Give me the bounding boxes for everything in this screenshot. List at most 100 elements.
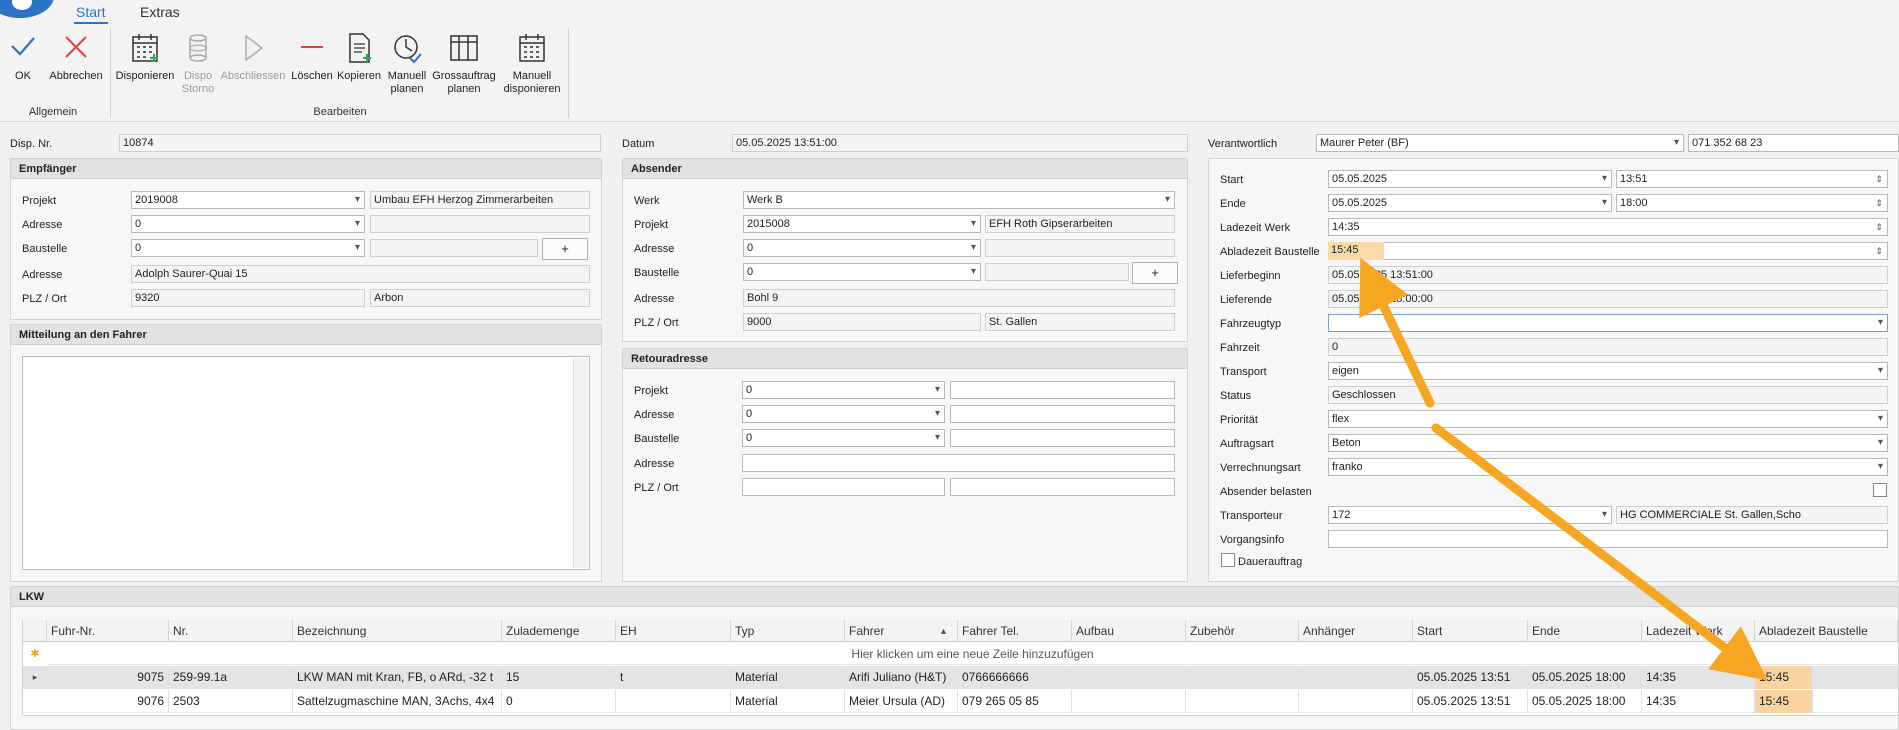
cell-abladezeit[interactable]: 15:45 <box>1755 666 1813 689</box>
cell-eh[interactable]: t <box>616 666 731 689</box>
cell-abladezeit[interactable]: 15:45 <box>1755 690 1813 713</box>
transporteur-select[interactable]: 172 <box>1328 506 1612 524</box>
auftragsart-select[interactable]: Beton <box>1328 434 1888 452</box>
empf-adresse-select[interactable]: 0 <box>131 215 365 233</box>
app-logo[interactable] <box>0 0 54 18</box>
abschliessen-button[interactable]: Abschliessen <box>220 32 286 83</box>
mitteilung-scrollbar[interactable] <box>573 358 588 568</box>
manuell-planen-button[interactable]: Manuell planen <box>384 32 430 96</box>
abs-werk-select[interactable]: Werk B <box>743 191 1175 209</box>
grossauftrag-planen-button[interactable]: Grossauftrag planen <box>432 32 496 96</box>
cell-nr[interactable]: 2503 <box>169 690 293 713</box>
kopieren-button[interactable]: Kopieren <box>336 32 382 83</box>
cell-fahrer-tel[interactable]: 079 265 05 85 <box>958 690 1072 713</box>
ret-adresse-desc[interactable] <box>950 405 1175 423</box>
manuell-disponieren-button[interactable]: Manuell disponieren <box>500 32 564 96</box>
prioritaet-select[interactable]: flex <box>1328 410 1888 428</box>
col-header-eh[interactable]: EH <box>616 620 731 642</box>
col-header-anhaenger[interactable]: Anhänger <box>1299 620 1413 642</box>
cell-ladezeit[interactable]: 14:35 <box>1642 666 1755 689</box>
empf-projekt-select[interactable]: 2019008 <box>131 191 365 209</box>
cell-aufbau[interactable] <box>1072 666 1186 689</box>
col-header-start[interactable]: Start <box>1413 620 1528 642</box>
start-time-field[interactable]: 13:51 <box>1616 170 1888 188</box>
cell-eh[interactable] <box>616 690 731 713</box>
ret-baustelle-desc[interactable] <box>950 429 1175 447</box>
cell-bezeichnung[interactable]: Sattelzugmaschine MAN, 3Achs, 4x4 <box>293 690 502 713</box>
cell-zubehoer[interactable] <box>1186 690 1299 713</box>
ladezeit-field[interactable]: 14:35 <box>1328 218 1888 236</box>
col-header-zuladung[interactable]: Zulademenge <box>502 620 616 642</box>
empf-baustelle-select[interactable]: 0 <box>131 239 365 257</box>
transport-select[interactable]: eigen <box>1328 362 1888 380</box>
cell-nr[interactable]: 259-99.1a <box>169 666 293 689</box>
cell-anhaenger[interactable] <box>1299 690 1413 713</box>
abs-baustelle-select[interactable]: 0 <box>743 263 981 281</box>
cell-ladezeit[interactable]: 14:35 <box>1642 690 1755 713</box>
tab-extras[interactable]: Extras <box>138 4 182 22</box>
verrechnungsart-select[interactable]: franko <box>1328 458 1888 476</box>
cell-fahrer-tel[interactable]: 0766666666 <box>958 666 1072 689</box>
cell-fahrer[interactable]: Arifi Juliano (H&T) <box>845 666 958 689</box>
col-header-fahrer-tel[interactable]: Fahrer Tel. <box>958 620 1072 642</box>
col-header-bezeichnung[interactable]: Bezeichnung <box>293 620 502 642</box>
cell-ende[interactable]: 05.05.2025 18:00 <box>1528 690 1642 713</box>
abs-add-baustelle-button[interactable]: + <box>1132 262 1178 284</box>
ende-time-field[interactable]: 18:00 <box>1616 194 1888 212</box>
col-header-nr[interactable]: Nr. <box>169 620 293 642</box>
abs-projekt-label: Projekt <box>634 219 669 231</box>
ende-date-field[interactable]: 05.05.2025 <box>1328 194 1612 212</box>
cell-start[interactable]: 05.05.2025 13:51 <box>1413 690 1528 713</box>
col-header-ende[interactable]: Ende <box>1528 620 1642 642</box>
datum-field[interactable]: 05.05.2025 13:51:00 <box>732 134 1188 152</box>
ladezeit-label: Ladezeit Werk <box>1220 222 1291 234</box>
loeschen-button[interactable]: Löschen <box>290 32 334 83</box>
dispo-storno-button[interactable]: Dispo Storno <box>178 32 218 96</box>
col-header-aufbau[interactable]: Aufbau <box>1072 620 1186 642</box>
ret-plz-field[interactable] <box>742 478 945 496</box>
cell-ende[interactable]: 05.05.2025 18:00 <box>1528 666 1642 689</box>
absender-belasten-checkbox[interactable] <box>1873 483 1887 497</box>
cell-aufbau[interactable] <box>1072 690 1186 713</box>
ret-ort-field[interactable] <box>950 478 1175 496</box>
col-header-abladezeit[interactable]: Abladezeit Baustelle <box>1755 620 1898 642</box>
abs-projekt-select[interactable]: 2015008 <box>743 215 981 233</box>
abs-adresse-select[interactable]: 0 <box>743 239 981 257</box>
fahrzeugtyp-select[interactable] <box>1328 314 1888 332</box>
col-header-zubehoer[interactable]: Zubehör <box>1186 620 1299 642</box>
new-row-prompt[interactable]: Hier klicken um eine neue Zeile hinzuzuf… <box>47 643 1898 665</box>
ret-projekt-select[interactable]: 0 <box>742 381 945 399</box>
mitteilung-textarea[interactable] <box>22 356 590 570</box>
ret-baustelle-select[interactable]: 0 <box>742 429 945 447</box>
ret-projekt-desc[interactable] <box>950 381 1175 399</box>
disponieren-button[interactable]: Disponieren <box>114 32 176 83</box>
dispo-nr-field[interactable]: 10874 <box>119 134 601 152</box>
ok-button[interactable]: OK <box>8 32 38 83</box>
cell-anhaenger[interactable] <box>1299 666 1413 689</box>
col-header-fuhr-nr[interactable]: Fuhr-Nr. <box>47 620 169 642</box>
abladezeit-field[interactable] <box>1328 242 1888 260</box>
dauerauftrag-checkbox[interactable] <box>1221 553 1235 567</box>
cell-fuhr-nr[interactable]: 9076 <box>47 690 169 713</box>
ret-adresse2-field[interactable] <box>742 454 1175 472</box>
ribbon: Start Extras OK Abbrechen Disponieren Di… <box>0 0 1899 122</box>
cancel-button[interactable]: Abbrechen <box>46 32 106 83</box>
ret-adresse-select[interactable]: 0 <box>742 405 945 423</box>
cell-zuladung[interactable]: 0 <box>502 690 616 713</box>
cell-typ[interactable]: Material <box>731 690 845 713</box>
cell-typ[interactable]: Material <box>731 666 845 689</box>
cell-fahrer[interactable]: Meier Ursula (AD) <box>845 690 958 713</box>
telefon-field[interactable]: 071 352 68 23 <box>1688 134 1899 152</box>
cell-zuladung[interactable]: 15 <box>502 666 616 689</box>
col-header-typ[interactable]: Typ <box>731 620 845 642</box>
vorgangsinfo-field[interactable] <box>1328 530 1888 548</box>
start-date-field[interactable]: 05.05.2025 <box>1328 170 1612 188</box>
cell-zubehoer[interactable] <box>1186 666 1299 689</box>
cell-bezeichnung[interactable]: LKW MAN mit Kran, FB, o ARd, -32 t <box>293 666 502 689</box>
tab-start[interactable]: Start <box>74 4 108 24</box>
empf-add-baustelle-button[interactable]: + <box>542 238 588 260</box>
verantwortlich-select[interactable]: Maurer Peter (BF) <box>1316 134 1684 152</box>
cell-start[interactable]: 05.05.2025 13:51 <box>1413 666 1528 689</box>
cell-fuhr-nr[interactable]: 9075 <box>47 666 169 689</box>
col-header-ladezeit[interactable]: Ladezeit Werk <box>1642 620 1755 642</box>
